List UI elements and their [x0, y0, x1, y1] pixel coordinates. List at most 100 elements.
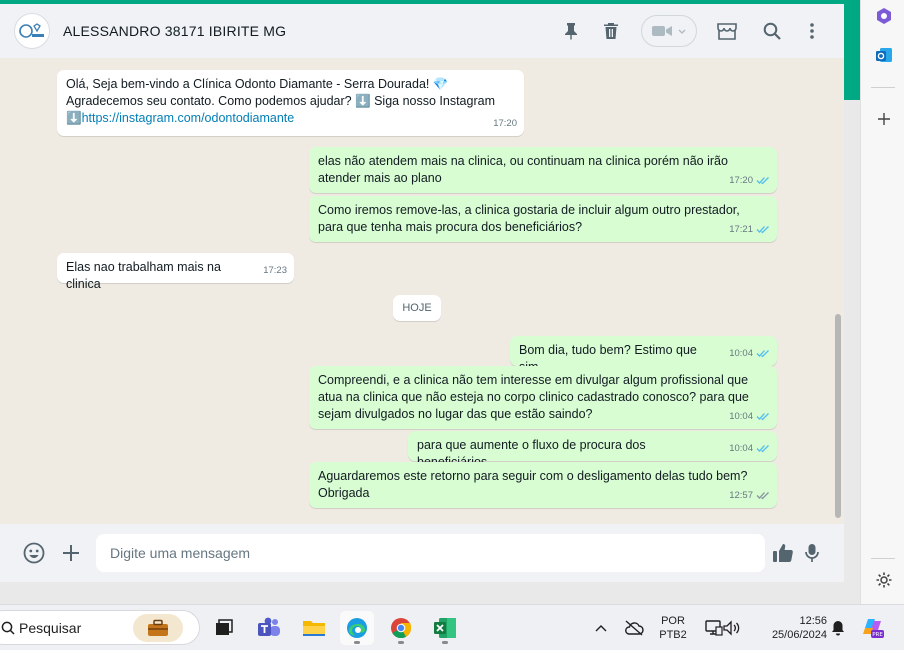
- message-input[interactable]: [96, 534, 765, 572]
- message-text: Compreendi, e a clinica não tem interess…: [318, 373, 749, 421]
- search-messages-button[interactable]: [752, 11, 792, 51]
- taskbar-search[interactable]: Pesquisar: [0, 610, 200, 645]
- bell-icon: [832, 621, 844, 636]
- add-sidebar-app-button[interactable]: [873, 108, 895, 130]
- teams-icon: [258, 617, 280, 636]
- message-time: 10:04: [729, 443, 753, 454]
- chat-menu-button[interactable]: [792, 11, 832, 51]
- attach-button[interactable]: [57, 539, 85, 567]
- contact-avatar[interactable]: [14, 13, 50, 49]
- window-gap: [0, 582, 860, 604]
- message-incoming[interactable]: Elas nao trabalham mais na clinica 17:23: [57, 253, 294, 291]
- excel-icon: [434, 618, 456, 638]
- edge-browser-icon: [347, 618, 367, 638]
- clock[interactable]: 12:56 25/06/2024: [755, 614, 827, 642]
- task-view-button[interactable]: [207, 611, 241, 645]
- message-text: Agradecemos seu contato. Como podemos aj…: [66, 94, 495, 108]
- running-app-indicator: [398, 641, 404, 644]
- running-app-indicator: [442, 641, 448, 644]
- like-button[interactable]: [769, 539, 797, 567]
- message-time: 17:23: [263, 265, 287, 276]
- double-check-icon: [756, 350, 769, 358]
- video-call-button[interactable]: [641, 15, 697, 47]
- file-explorer-app[interactable]: [297, 611, 331, 645]
- message-text: Como iremos remove-las, a clinica gostar…: [318, 203, 740, 234]
- edge-app[interactable]: [340, 611, 374, 645]
- window-accent-bar: [0, 0, 860, 4]
- chat-header: ALESSANDRO 38171 IBIRITE MG: [0, 4, 844, 58]
- notifications-button[interactable]: [827, 611, 849, 645]
- chrome-app[interactable]: [384, 611, 418, 645]
- emoji-icon: [23, 542, 45, 564]
- message-time: 12:57: [729, 490, 753, 501]
- delete-chat-button[interactable]: [591, 11, 631, 51]
- search-icon: [763, 22, 781, 40]
- message-outgoing[interactable]: Compreendi, e a clinica não tem interess…: [309, 366, 777, 429]
- copilot-taskbar-button[interactable]: PRE: [857, 611, 889, 645]
- microphone-icon: [805, 544, 819, 562]
- speaker-icon: [723, 620, 740, 636]
- teams-app[interactable]: [252, 611, 286, 645]
- message-outgoing[interactable]: elas não atendem mais na clinica, ou con…: [309, 147, 777, 193]
- show-hidden-icons-button[interactable]: [587, 611, 615, 645]
- message-time: 17:20: [493, 118, 517, 129]
- task-view-icon: [216, 619, 233, 635]
- copilot-icon: [877, 8, 891, 24]
- language-code: POR: [661, 615, 685, 627]
- chevron-up-icon: [595, 625, 607, 632]
- double-check-icon: [756, 492, 769, 500]
- voice-message-button[interactable]: [798, 539, 826, 567]
- instagram-link[interactable]: https://instagram.com/odontodiamante: [82, 111, 295, 125]
- message-composer: [0, 524, 844, 582]
- message-time: 17:20: [729, 175, 753, 186]
- search-label: Pesquisar: [19, 619, 82, 636]
- down-arrow-emoji: ⬇️: [66, 111, 82, 125]
- excel-app[interactable]: [428, 611, 462, 645]
- window-accent-side: [844, 0, 860, 100]
- plus-icon: [63, 545, 79, 561]
- active-app-indicator: [354, 641, 360, 644]
- search-highlight[interactable]: [133, 614, 183, 642]
- double-check-icon: [756, 177, 769, 185]
- svg-text:PRE: PRE: [872, 632, 883, 638]
- chevron-down-icon: [678, 29, 686, 34]
- input-language-indicator[interactable]: POR PTB2: [654, 614, 692, 642]
- message-outgoing[interactable]: Bom dia, tudo bem? Estimo que sim. 10:04: [510, 336, 777, 374]
- trash-icon: [604, 23, 618, 39]
- pin-button[interactable]: [551, 11, 591, 51]
- copilot-pre-icon: PRE: [863, 619, 884, 638]
- clinic-logo-icon: [19, 23, 44, 38]
- contact-name[interactable]: ALESSANDRO 38171 IBIRITE MG: [63, 23, 286, 39]
- outlook-sidebar-button[interactable]: [873, 44, 895, 66]
- emoji-button[interactable]: [20, 539, 48, 567]
- network-button[interactable]: [619, 611, 649, 645]
- message-outgoing[interactable]: para que aumente o fluxo de procura dos …: [408, 431, 777, 469]
- cloud-offline-icon: [625, 620, 644, 636]
- sidebar-divider: [871, 87, 895, 88]
- browser-sidebar: [860, 0, 904, 604]
- chrome-icon: [391, 618, 412, 639]
- message-time: 17:21: [729, 224, 753, 235]
- message-text: elas não atendem mais na clinica, ou con…: [318, 154, 728, 185]
- pin-icon: [565, 23, 577, 40]
- message-incoming[interactable]: Olá, Seja bem-vindo a Clínica Odonto Dia…: [57, 70, 524, 136]
- sidebar-divider: [871, 558, 895, 559]
- message-outgoing[interactable]: Aguardaremos este retorno para seguir co…: [309, 462, 777, 508]
- gear-icon: [876, 572, 892, 588]
- chat-scrollbar[interactable]: [833, 58, 843, 524]
- catalog-button[interactable]: [707, 11, 747, 51]
- double-check-icon: [756, 445, 769, 453]
- message-text: Olá, Seja bem-vindo a Clínica Odonto Dia…: [66, 77, 449, 91]
- message-list[interactable]: Olá, Seja bem-vindo a Clínica Odonto Dia…: [0, 58, 844, 524]
- taskbar: Pesquisar POR PTB2 12:56 25/06/2024 PRE: [0, 604, 904, 650]
- copilot-sidebar-button[interactable]: [873, 5, 895, 27]
- double-check-icon: [756, 226, 769, 234]
- search-icon: [1, 621, 15, 635]
- quick-settings-button[interactable]: [697, 611, 749, 645]
- shop-icon: [717, 23, 737, 40]
- scrollbar-thumb[interactable]: [835, 314, 841, 518]
- message-outgoing[interactable]: Como iremos remove-las, a clinica gostar…: [309, 196, 777, 242]
- sidebar-settings-button[interactable]: [873, 569, 895, 591]
- chat-window: ALESSANDRO 38171 IBIRITE MG Olá, Seja be…: [0, 0, 844, 582]
- message-time: 10:04: [729, 411, 753, 422]
